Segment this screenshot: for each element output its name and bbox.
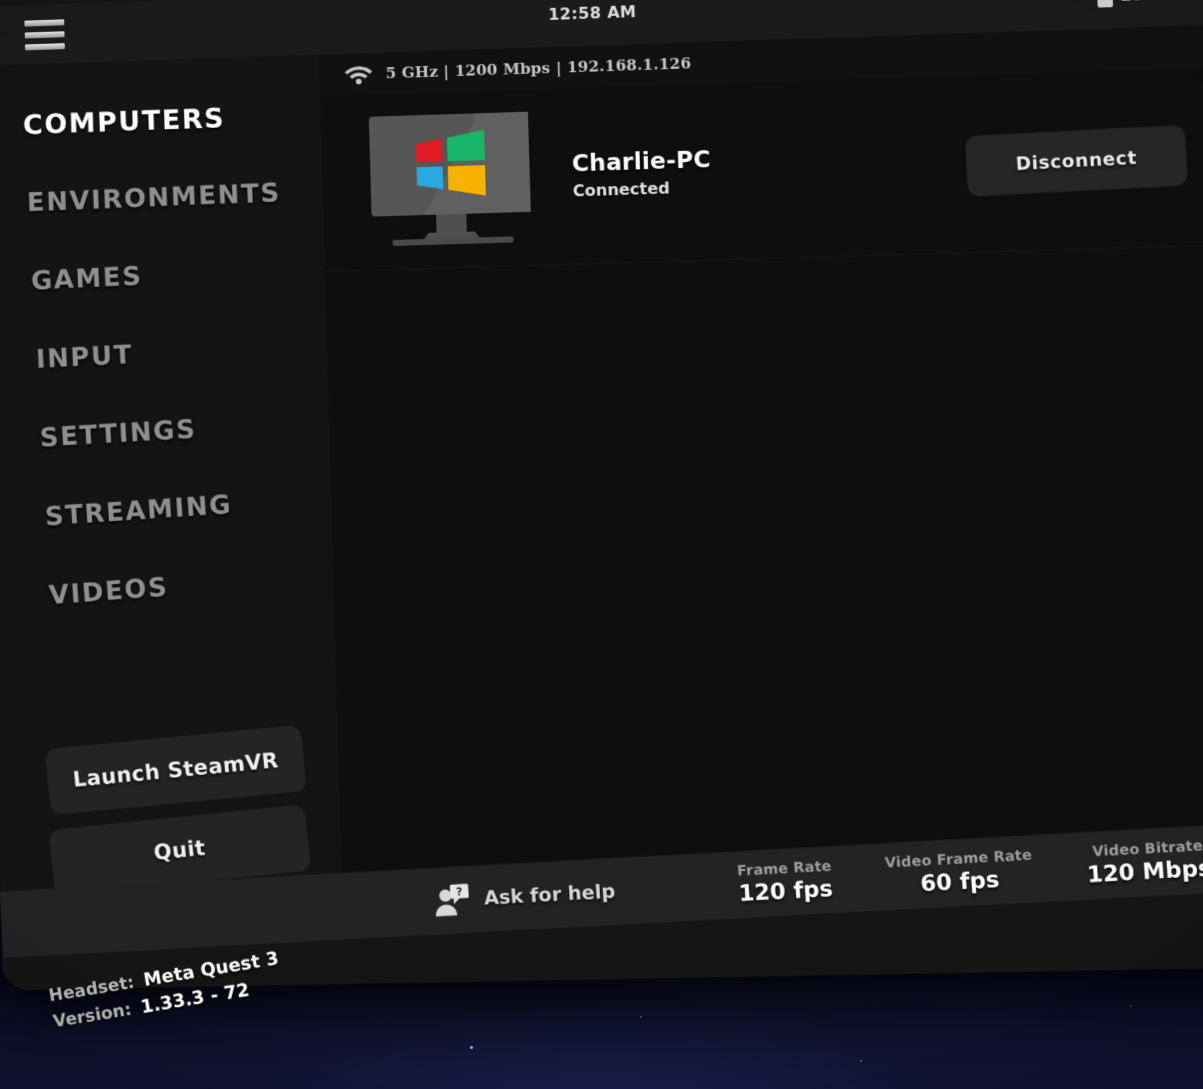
windows-monitor-icon (363, 107, 538, 252)
sidebar-nav: COMPUTERS ENVIRONMENTS GAMES INPUT SETTI… (0, 76, 335, 631)
launch-steamvr-button[interactable]: Launch SteamVR (44, 724, 307, 816)
battery-icon (1096, 0, 1114, 8)
vr-screen: 12:58 AM 100 % COMPUTERS ENVIRONMENTS GA… (0, 0, 1203, 1089)
svg-text:?: ? (456, 885, 463, 899)
wifi-icon (344, 66, 372, 85)
stat-frame-rate: Frame Rate 120 fps (737, 858, 834, 907)
battery-percent-label: 100 % (1120, 0, 1177, 5)
panel-body: COMPUTERS ENVIRONMENTS GAMES INPUT SETTI… (0, 24, 1203, 910)
ask-for-help-label: Ask for help (483, 880, 616, 910)
computer-row[interactable]: Charlie-PC Connected Disconnect (319, 67, 1203, 273)
sidebar-item-computers[interactable]: COMPUTERS (0, 76, 322, 166)
stat-video-frame-rate: Video Frame Rate 60 fps (884, 847, 1034, 899)
person-question-bubble-icon: ? (435, 883, 469, 917)
sidebar-actions: Launch SteamVR Quit (42, 724, 312, 900)
stat-video-frame-rate-value: 60 fps (919, 867, 1001, 897)
stat-video-bitrate-value: 120 Mbps (1086, 855, 1203, 888)
battery-indicator: 100 % (1096, 0, 1177, 8)
stream-stats: Frame Rate 120 fps Video Frame Rate 60 f… (737, 837, 1203, 907)
sidebar-item-environments[interactable]: ENVIRONMENTS (0, 153, 326, 244)
computer-info: Charlie-PC Connected (572, 139, 968, 200)
main-content: 5 GHz | 1200 Mbps | 192.168.1.126 Charli… (318, 24, 1203, 904)
virtual-desktop-panel: 12:58 AM 100 % COMPUTERS ENVIRONMENTS GA… (0, 0, 1203, 1032)
sidebar: COMPUTERS ENVIRONMENTS GAMES INPUT SETTI… (0, 54, 343, 910)
disconnect-button[interactable]: Disconnect (964, 124, 1189, 197)
stat-frame-rate-value: 120 fps (737, 876, 834, 907)
stat-video-bitrate: Video Bitrate 120 Mbps (1085, 837, 1203, 888)
network-status: 5 GHz | 1200 Mbps | 192.168.1.126 (343, 52, 691, 85)
computers-list: Charlie-PC Connected Disconnect (319, 67, 1203, 904)
network-status-label: 5 GHz | 1200 Mbps | 192.168.1.126 (385, 54, 692, 83)
ask-for-help-button[interactable]: ? Ask for help (432, 875, 616, 917)
